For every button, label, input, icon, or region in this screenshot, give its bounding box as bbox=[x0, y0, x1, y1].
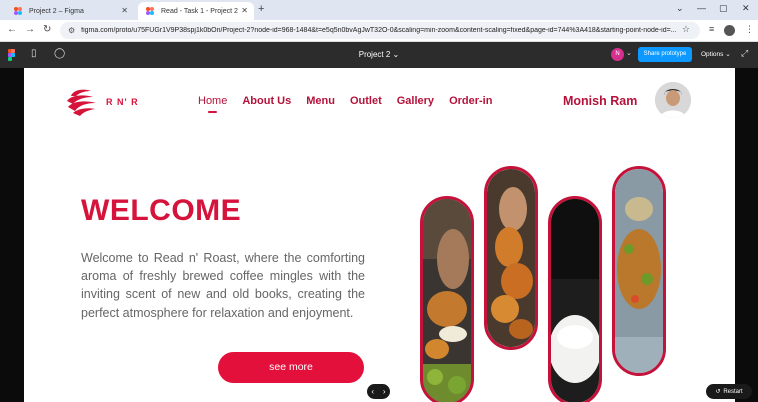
options-menu[interactable]: Options ⌄ bbox=[701, 50, 731, 58]
nav-menu[interactable]: Menu bbox=[306, 95, 335, 107]
profile-avatar-icon[interactable] bbox=[724, 25, 735, 36]
restart-icon: ↺ bbox=[715, 389, 721, 395]
food-image-fried-chicken-strips bbox=[484, 166, 538, 350]
window-close-icon[interactable]: ✕ bbox=[742, 3, 750, 14]
main-nav: Home About Us Menu Outlet Gallery Order-… bbox=[198, 95, 492, 113]
url-bar[interactable]: ⚙ figma.com/proto/u75FUGr1V9P38spj1k0bOn… bbox=[60, 22, 700, 39]
new-tab-icon[interactable]: + bbox=[258, 3, 264, 15]
see-more-button[interactable]: see more bbox=[218, 352, 364, 383]
reload-icon[interactable]: ↻ bbox=[43, 24, 51, 35]
figma-toolbar: ▯ ◯ Project 2 ⌄ N ⌄ Share prototype Opti… bbox=[0, 42, 758, 68]
brand-name: R N' R bbox=[106, 97, 139, 107]
chevron-left-icon[interactable]: ‹ bbox=[371, 387, 374, 396]
nav-home[interactable]: Home bbox=[198, 95, 227, 113]
food-image-noodle-salad bbox=[612, 166, 666, 376]
chevron-right-icon[interactable]: › bbox=[383, 387, 386, 396]
figma-icon bbox=[14, 6, 23, 16]
food-image-rice-bowl bbox=[548, 196, 602, 402]
maximize-icon[interactable]: ▢ bbox=[719, 3, 728, 14]
nav-outlet[interactable]: Outlet bbox=[350, 95, 382, 107]
tab-title: Project 2 – Figma bbox=[29, 7, 84, 15]
bookmark-star-icon[interactable]: ☆ bbox=[682, 24, 690, 35]
browser-tab-strip: Project 2 – Figma ✕ Read - Task 1 - Proj… bbox=[0, 0, 758, 20]
close-icon[interactable]: ✕ bbox=[121, 6, 128, 15]
user-avatar[interactable]: N bbox=[611, 48, 624, 61]
tab-search-icon[interactable]: ⌄ bbox=[676, 3, 684, 14]
nav-gallery[interactable]: Gallery bbox=[397, 95, 434, 107]
tab-read-task[interactable]: Read - Task 1 - Project 2 ✕ bbox=[138, 2, 254, 20]
chevron-down-icon[interactable]: ⌄ bbox=[626, 49, 632, 57]
site-info-icon[interactable]: ⚙ bbox=[68, 26, 75, 35]
nav-about-us[interactable]: About Us bbox=[242, 95, 291, 107]
nav-order-in[interactable]: Order-in bbox=[449, 95, 492, 107]
chevron-down-icon: ⌄ bbox=[392, 50, 400, 59]
prototype-frame: R N' R Home About Us Menu Outlet Gallery… bbox=[24, 68, 735, 402]
user-name[interactable]: Monish Ram bbox=[563, 94, 637, 108]
figma-icon bbox=[146, 6, 155, 16]
food-image-fried-chicken-cheese bbox=[420, 196, 474, 402]
tab-title: Read - Task 1 - Project 2 bbox=[161, 7, 238, 15]
intro-paragraph: Welcome to Read n' Roast, where the comf… bbox=[81, 251, 365, 320]
brand-logo[interactable] bbox=[65, 87, 98, 117]
restart-label: Restart bbox=[723, 388, 743, 395]
tab-figma-project[interactable]: Project 2 – Figma ✕ bbox=[6, 2, 134, 20]
page-title: WELCOME bbox=[81, 194, 242, 227]
extensions-icon[interactable]: ≡ bbox=[709, 24, 714, 34]
url-text: figma.com/proto/u75FUGr1V9P38spj1k0bOn/P… bbox=[81, 27, 677, 34]
expand-icon[interactable]: ⤢ bbox=[741, 48, 748, 59]
share-prototype-button[interactable]: Share prototype bbox=[638, 47, 692, 62]
carousel-controls: ‹ › bbox=[367, 384, 390, 399]
more-menu-icon[interactable]: ⋮ bbox=[745, 24, 754, 35]
restart-button[interactable]: ↺ Restart bbox=[706, 384, 752, 399]
address-bar-row: ← → ↻ ⚙ figma.com/proto/u75FUGr1V9P38spj… bbox=[0, 20, 758, 42]
forward-icon[interactable]: → bbox=[25, 24, 35, 35]
back-icon[interactable]: ← bbox=[7, 24, 17, 35]
profile-avatar[interactable] bbox=[655, 82, 691, 118]
minimize-icon[interactable]: — bbox=[697, 3, 706, 13]
close-icon[interactable]: ✕ bbox=[241, 6, 248, 15]
